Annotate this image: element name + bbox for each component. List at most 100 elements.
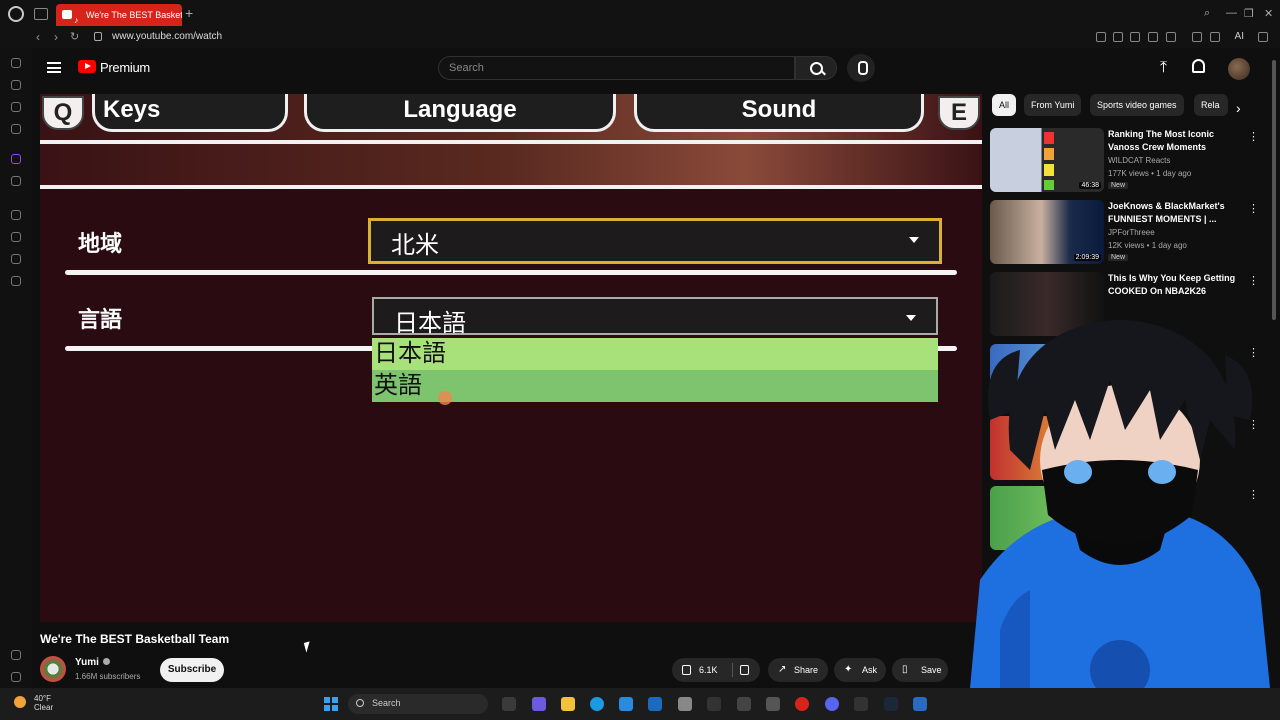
recommendation-title[interactable]: Ranking The Most Iconic Vanoss Crew Mome… (1108, 128, 1242, 154)
video-thumbnail[interactable]: 46:38 (990, 128, 1104, 192)
sidebar-pinboard-icon[interactable] (11, 254, 21, 264)
weather-condition: Clear (34, 703, 54, 712)
channel-avatar[interactable] (40, 656, 66, 682)
dislike-icon[interactable] (740, 665, 749, 675)
sidebar-settings-icon[interactable] (11, 276, 21, 286)
subscribe-button[interactable]: Subscribe (160, 658, 224, 682)
sidebar-history-icon[interactable] (11, 232, 21, 242)
opera-gx-icon[interactable] (795, 697, 809, 711)
account-avatar[interactable] (1228, 58, 1250, 80)
minimize-icon[interactable]: — (1226, 7, 1237, 19)
profile-icon[interactable] (1192, 32, 1202, 42)
sidebar-aria-icon[interactable] (11, 58, 21, 68)
sparkle-icon: ✦ (844, 664, 853, 675)
search-input[interactable]: Search (438, 56, 795, 80)
edge-icon[interactable] (590, 697, 604, 711)
chip-related[interactable]: Rela (1194, 94, 1228, 116)
create-icon[interactable]: ⤒ (1160, 59, 1167, 77)
settings-app-icon[interactable] (678, 697, 692, 711)
windows-taskbar: 40°F Clear Search (0, 688, 1280, 720)
youtube-brand[interactable]: Premium (100, 60, 150, 75)
sidebar-x-icon[interactable] (11, 176, 21, 186)
recommendation-title[interactable]: JoeKnows & BlackMarket's FUNNIEST MOMENT… (1108, 200, 1242, 226)
sidebar-play-icon[interactable] (11, 210, 21, 220)
close-icon[interactable]: ✕ (1264, 7, 1273, 20)
sidebar-more-icon[interactable] (11, 672, 21, 682)
recommendation-channel[interactable]: WILDCAT Reacts (1108, 156, 1170, 165)
recommendation-meta: 177K views • 1 day ago (1108, 169, 1192, 178)
vtuber-avatar-illustration (970, 320, 1270, 688)
opera-logo-icon[interactable] (8, 6, 24, 22)
sidebar-player-icon[interactable] (11, 102, 21, 112)
app-icon[interactable] (766, 697, 780, 711)
ask-button[interactable]: ✦ Ask (834, 658, 886, 682)
browser-tab-active[interactable]: ♪ We're The BEST Basketball Team (56, 4, 182, 26)
ai-button[interactable]: AI (1235, 31, 1244, 42)
notifications-icon[interactable] (1192, 59, 1205, 73)
search-tabs-icon[interactable]: ⌕ (1204, 7, 1210, 20)
youtube-favicon-icon (62, 10, 72, 19)
maximize-icon[interactable]: ❐ (1244, 7, 1254, 20)
chip-sports-video-games[interactable]: Sports video games (1090, 94, 1184, 116)
recommendation-channel[interactable]: JPForThreee (1108, 228, 1155, 237)
share-button[interactable]: ↗ Share (768, 658, 828, 682)
video-player[interactable]: Q Keys Language Sound E 地域 北米 言語 日本語 日本語… (40, 94, 982, 622)
extension-icon[interactable] (1096, 32, 1106, 42)
recommendation-title[interactable]: This Is Why You Keep Getting COOKED On N… (1108, 272, 1242, 298)
capcut-icon[interactable] (707, 697, 721, 711)
chip-from-yumi[interactable]: From Yumi (1024, 94, 1082, 116)
new-tab-button[interactable]: + (185, 5, 193, 21)
channel-name[interactable]: Yumi (75, 657, 110, 668)
scrollbar[interactable] (1272, 60, 1276, 320)
app-icon[interactable] (913, 697, 927, 711)
download-icon[interactable] (1210, 32, 1220, 42)
sidebar-workspace-icon[interactable] (11, 80, 21, 90)
file-explorer-icon[interactable] (561, 697, 575, 711)
menu-icon[interactable] (47, 62, 61, 73)
recommendation-item[interactable]: 46:38 Ranking The Most Iconic Vanoss Cre… (990, 128, 1262, 192)
url-field[interactable]: www.youtube.com/watch (112, 31, 222, 42)
search-icon (356, 699, 364, 707)
store-icon[interactable] (619, 697, 633, 711)
speaker-icon[interactable]: ♪ (74, 9, 79, 26)
windows-start-icon[interactable] (324, 697, 338, 711)
heart-icon[interactable] (1166, 32, 1176, 42)
like-count[interactable]: 6.1K (699, 658, 718, 682)
region-label: 地域 (78, 231, 123, 256)
steam-icon[interactable] (884, 697, 898, 711)
more-options-icon[interactable]: ⋮ (1248, 274, 1259, 287)
sidebar-twitch-icon[interactable] (11, 154, 21, 164)
like-icon[interactable] (682, 665, 691, 675)
adblock-icon[interactable] (1130, 32, 1140, 42)
task-view-icon[interactable] (502, 697, 516, 711)
language-value: 日本語 (394, 310, 466, 337)
video-thumbnail[interactable]: 2:09:39 (990, 200, 1104, 264)
weather-icon[interactable] (14, 696, 26, 708)
capcut-icon[interactable] (854, 697, 868, 711)
sidebar-mail-icon[interactable] (11, 124, 21, 134)
chevron-right-icon[interactable]: › (1236, 100, 1241, 116)
chip-all[interactable]: All (992, 94, 1017, 116)
sidebar-gx-icon[interactable] (11, 650, 21, 660)
lock-icon[interactable] (94, 32, 102, 41)
outlook-icon[interactable] (648, 697, 662, 711)
search-button[interactable] (795, 56, 837, 80)
forward-icon[interactable]: › (54, 30, 58, 44)
reload-icon[interactable]: ↻ (70, 30, 79, 43)
voice-search-button[interactable] (847, 54, 875, 82)
discord-icon[interactable] (825, 697, 839, 711)
more-options-icon[interactable]: ⋮ (1248, 130, 1259, 143)
tab-workspaces-icon[interactable] (34, 8, 48, 20)
youtube-logo-icon[interactable] (78, 60, 96, 73)
back-icon[interactable]: ‹ (36, 30, 40, 44)
player-icon[interactable] (1148, 32, 1158, 42)
obs-icon[interactable] (737, 697, 751, 711)
recommendation-item[interactable]: 2:09:39 JoeKnows & BlackMarket's FUNNIES… (990, 200, 1262, 264)
snapshot-icon[interactable] (1113, 32, 1123, 42)
easy-setup-icon[interactable] (1258, 32, 1268, 42)
copilot-icon[interactable] (532, 697, 546, 711)
save-button[interactable]: ▯ Save (892, 658, 948, 682)
more-options-icon[interactable]: ⋮ (1248, 202, 1259, 215)
weather-widget[interactable]: 40°F Clear (34, 694, 53, 712)
taskbar-search[interactable]: Search (348, 694, 488, 714)
